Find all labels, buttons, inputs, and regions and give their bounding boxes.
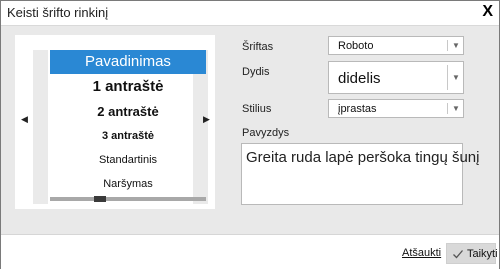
scroll-left-arrow-icon[interactable]: ◀ bbox=[21, 114, 28, 125]
chevron-down-icon: ▼ bbox=[452, 41, 460, 50]
horizontal-scrollbar[interactable] bbox=[50, 196, 206, 202]
size-select-value: didelis bbox=[338, 70, 381, 87]
chevron-down-icon: ▼ bbox=[452, 73, 460, 82]
dialog-title: Keisti šrifto rinkinį bbox=[7, 5, 109, 20]
checkmark-icon bbox=[453, 250, 463, 259]
style-item-heading-1[interactable]: 1 antraštė bbox=[50, 74, 206, 100]
example-label: Pavyzdys bbox=[242, 127, 290, 139]
dialog-footer: Atšaukti Taikyti bbox=[1, 234, 499, 269]
apply-button-label: Taikyti bbox=[467, 248, 498, 260]
style-list-panel: ◀ ▶ Pavadinimas 1 antraštė 2 antraštė 3 … bbox=[15, 35, 215, 209]
dialog-body: ◀ ▶ Pavadinimas 1 antraštė 2 antraštė 3 … bbox=[1, 26, 499, 234]
style-item-standard[interactable]: Standartinis bbox=[50, 148, 206, 172]
title-bar: Keisti šrifto rinkinį X bbox=[1, 1, 499, 26]
chevron-down-icon: ▼ bbox=[452, 104, 460, 113]
style-item-heading-2[interactable]: 2 antraštė bbox=[50, 100, 206, 124]
style-item-heading-3[interactable]: 3 antraštė bbox=[50, 124, 206, 148]
left-scroll-strip bbox=[33, 50, 48, 204]
style-select-value: įprastas bbox=[338, 103, 377, 115]
font-select-value: Roboto bbox=[338, 40, 374, 52]
cancel-button[interactable]: Atšaukti bbox=[402, 247, 441, 259]
style-label: Stilius bbox=[242, 103, 272, 115]
font-select[interactable]: Roboto ▼ bbox=[328, 36, 464, 55]
example-preview-box: Greita ruda lapė peršoka tingų šunį bbox=[241, 143, 479, 205]
font-label: Šriftas bbox=[242, 41, 274, 53]
style-select[interactable]: įprastas ▼ bbox=[328, 99, 464, 118]
style-item-title[interactable]: Pavadinimas bbox=[50, 50, 206, 74]
style-list: Pavadinimas 1 antraštė 2 antraštė 3 antr… bbox=[50, 50, 206, 196]
size-select[interactable]: didelis ▼ bbox=[328, 61, 464, 94]
style-item-navigation[interactable]: Naršymas bbox=[50, 172, 206, 196]
size-label: Dydis bbox=[242, 66, 270, 78]
font-set-dialog: Keisti šrifto rinkinį X ◀ ▶ Pavadinimas … bbox=[0, 0, 500, 269]
scrollbar-thumb[interactable] bbox=[94, 196, 106, 202]
close-icon[interactable]: X bbox=[482, 2, 493, 22]
example-text: Greita ruda lapė peršoka tingų šunį bbox=[246, 149, 480, 166]
select-divider bbox=[447, 103, 448, 114]
select-divider bbox=[447, 40, 448, 51]
select-divider bbox=[447, 65, 448, 90]
apply-button[interactable]: Taikyti bbox=[446, 243, 498, 264]
